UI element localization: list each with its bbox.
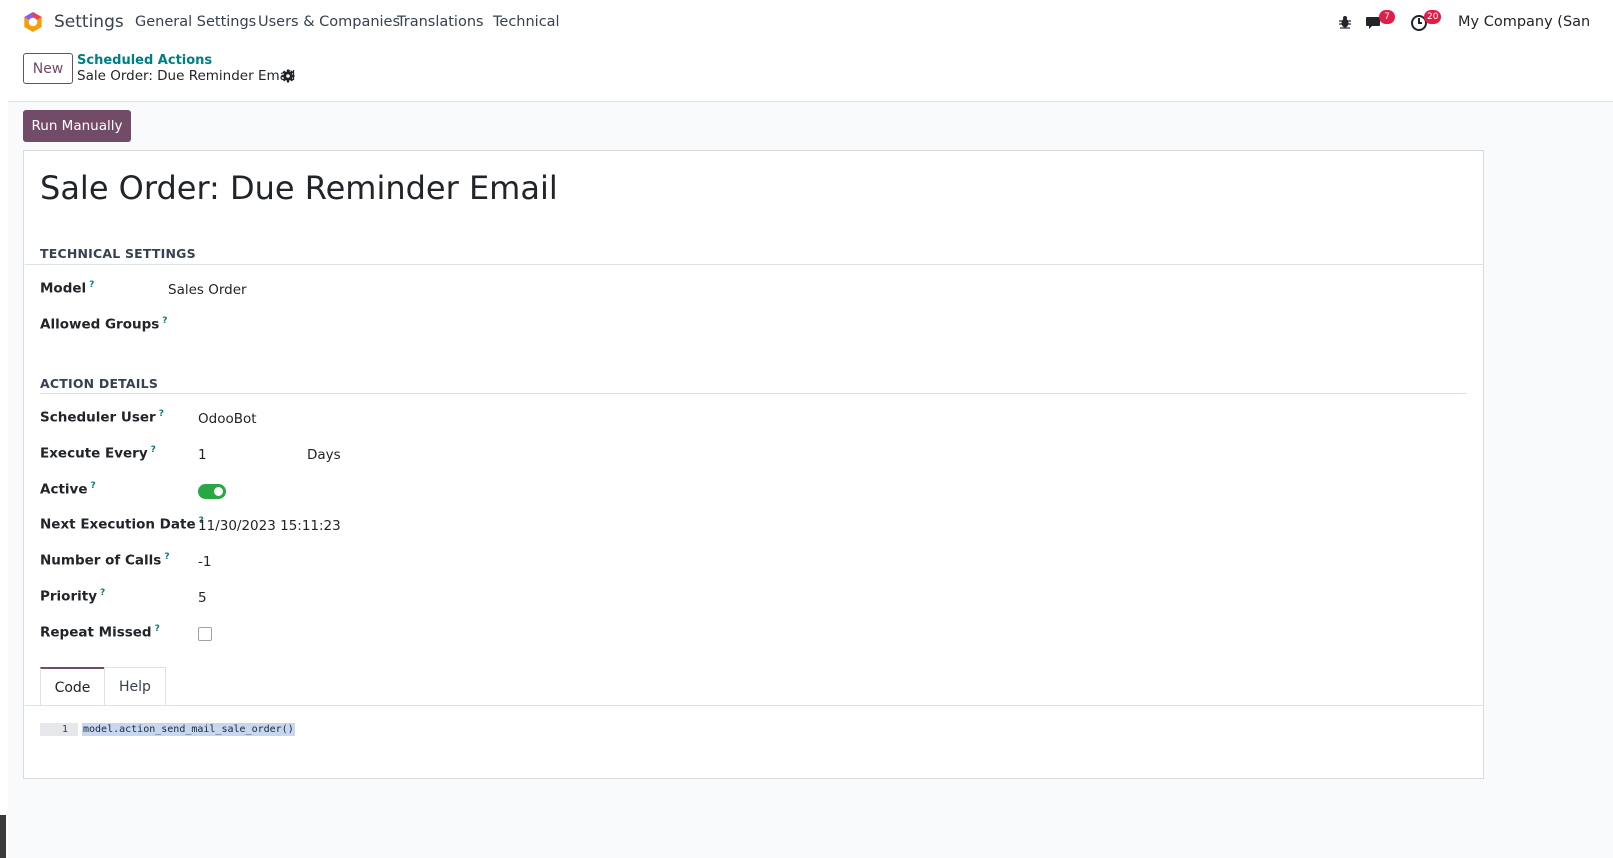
tab-help[interactable]: Help (104, 667, 166, 706)
tab-divider (25, 705, 1484, 706)
number-of-calls-label: Number of Calls? (40, 552, 170, 569)
window-left-edge (0, 0, 8, 858)
model-label: Model? (40, 280, 95, 297)
active-label: Active? (40, 481, 96, 498)
execute-every-number-input[interactable]: 1 (198, 447, 207, 463)
code-line-number: 1 (40, 723, 78, 736)
model-value[interactable]: Sales Order (168, 282, 247, 298)
scheduler-user-value[interactable]: OdooBot (198, 411, 257, 427)
execute-every-label: Execute Every? (40, 445, 156, 462)
allowed-groups-label: Allowed Groups? (40, 316, 168, 333)
section-divider (25, 264, 1484, 265)
priority-help-tooltip[interactable]: ? (100, 588, 105, 598)
activities-count-badge: 20 (1424, 10, 1442, 24)
model-help-tooltip[interactable]: ? (89, 280, 94, 290)
control-panel: New Scheduled Actions Sale Order: Due Re… (8, 45, 1613, 102)
odoo-app-logo-icon[interactable] (23, 12, 43, 32)
tab-code[interactable]: Code (40, 667, 105, 706)
run-manually-button[interactable]: Run Manually (23, 110, 131, 142)
app-name[interactable]: Settings (54, 12, 124, 32)
repeat-missed-help-tooltip[interactable]: ? (155, 624, 160, 634)
priority-input[interactable]: 5 (198, 590, 207, 606)
allowed-groups-field[interactable] (168, 318, 568, 336)
number-of-calls-input[interactable]: -1 (198, 554, 211, 570)
active-toggle[interactable] (198, 484, 226, 499)
messages-chat-icon[interactable]: 7 (1366, 10, 1396, 34)
form-sheet: Sale Order: Due Reminder Email TECHNICAL… (23, 150, 1484, 779)
code-line[interactable]: model.action_send_mail_sale_order() (82, 723, 295, 736)
menu-technical[interactable]: Technical (493, 14, 560, 30)
messages-count-badge: 7 (1379, 10, 1395, 24)
repeat-missed-checkbox[interactable] (198, 627, 212, 641)
number-of-calls-help-tooltip[interactable]: ? (164, 552, 169, 562)
scheduler-user-label: Scheduler User? (40, 409, 164, 426)
top-navbar: Settings General Settings Users & Compan… (8, 0, 1613, 45)
active-help-tooltip[interactable]: ? (91, 481, 96, 491)
record-title[interactable]: Sale Order: Due Reminder Email (40, 169, 558, 207)
debug-bug-icon[interactable] (1338, 12, 1354, 34)
breadcrumb-scheduled-actions[interactable]: Scheduled Actions (77, 53, 212, 68)
execute-every-help-tooltip[interactable]: ? (151, 445, 156, 455)
next-execution-date-label: Next Execution Date? (40, 516, 204, 533)
menu-users-companies[interactable]: Users & Companies (258, 14, 400, 30)
section-technical-settings: TECHNICAL SETTINGS (40, 246, 196, 261)
new-button[interactable]: New (23, 53, 73, 84)
repeat-missed-label: Repeat Missed? (40, 624, 160, 641)
scheduler-user-help-tooltip[interactable]: ? (159, 409, 164, 419)
allowed-groups-help-tooltip[interactable]: ? (162, 316, 167, 326)
company-switcher[interactable]: My Company (San (1458, 14, 1613, 30)
menu-translations[interactable]: Translations (397, 14, 484, 30)
priority-label: Priority? (40, 588, 106, 605)
code-editor[interactable]: 1 model.action_send_mail_sale_order() (40, 723, 295, 736)
section-divider (40, 393, 1467, 394)
gear-icon[interactable] (281, 69, 295, 83)
activities-clock-icon[interactable]: 20 (1410, 10, 1446, 34)
section-action-details: ACTION DETAILS (40, 376, 159, 391)
next-execution-date-input[interactable]: 11/30/2023 15:11:23 (198, 518, 341, 534)
breadcrumb-current-record: Sale Order: Due Reminder Email (77, 68, 296, 84)
execute-every-unit-select[interactable]: Days (307, 447, 341, 463)
menu-general-settings[interactable]: General Settings (135, 14, 256, 30)
